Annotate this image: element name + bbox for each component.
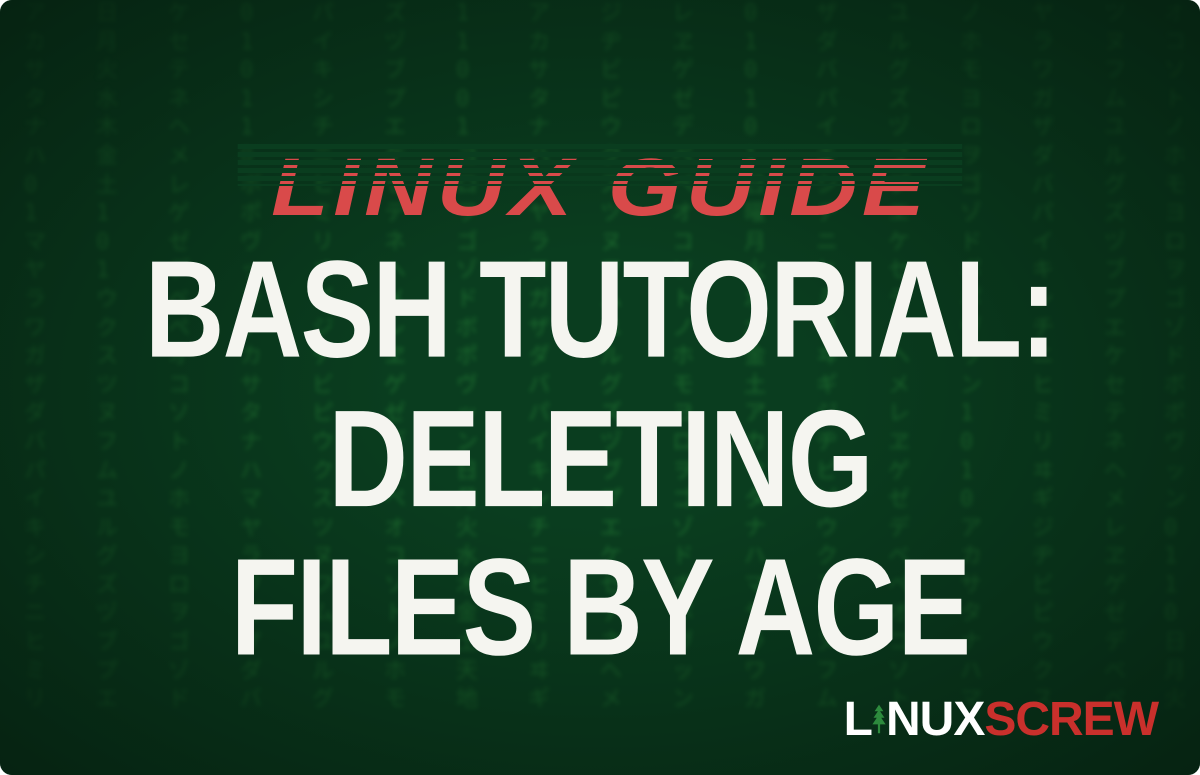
content-block: LINUX GUIDE BASH TUTORIAL: DELETING FILE… xyxy=(0,121,1200,654)
title-line-3: FILES BY AGE xyxy=(48,534,1152,683)
hero-banner: ア カ サ タ ナ ハ 0 1 マ ヤ ラ ワ ガ ザ ダ バ パ イ キ シ … xyxy=(0,0,1200,775)
title-line-2: DELETING xyxy=(48,385,1152,534)
logo-part-linux: LNUX xyxy=(844,692,985,747)
main-title: BASH TUTORIAL: DELETING FILES BY AGE xyxy=(48,236,1152,683)
site-logo: LNUX SCREW xyxy=(844,692,1158,747)
title-line-1: BASH TUTORIAL: xyxy=(48,236,1152,385)
eyebrow-heading: LINUX GUIDE xyxy=(314,141,886,235)
logo-part-screw: SCREW xyxy=(984,692,1158,747)
